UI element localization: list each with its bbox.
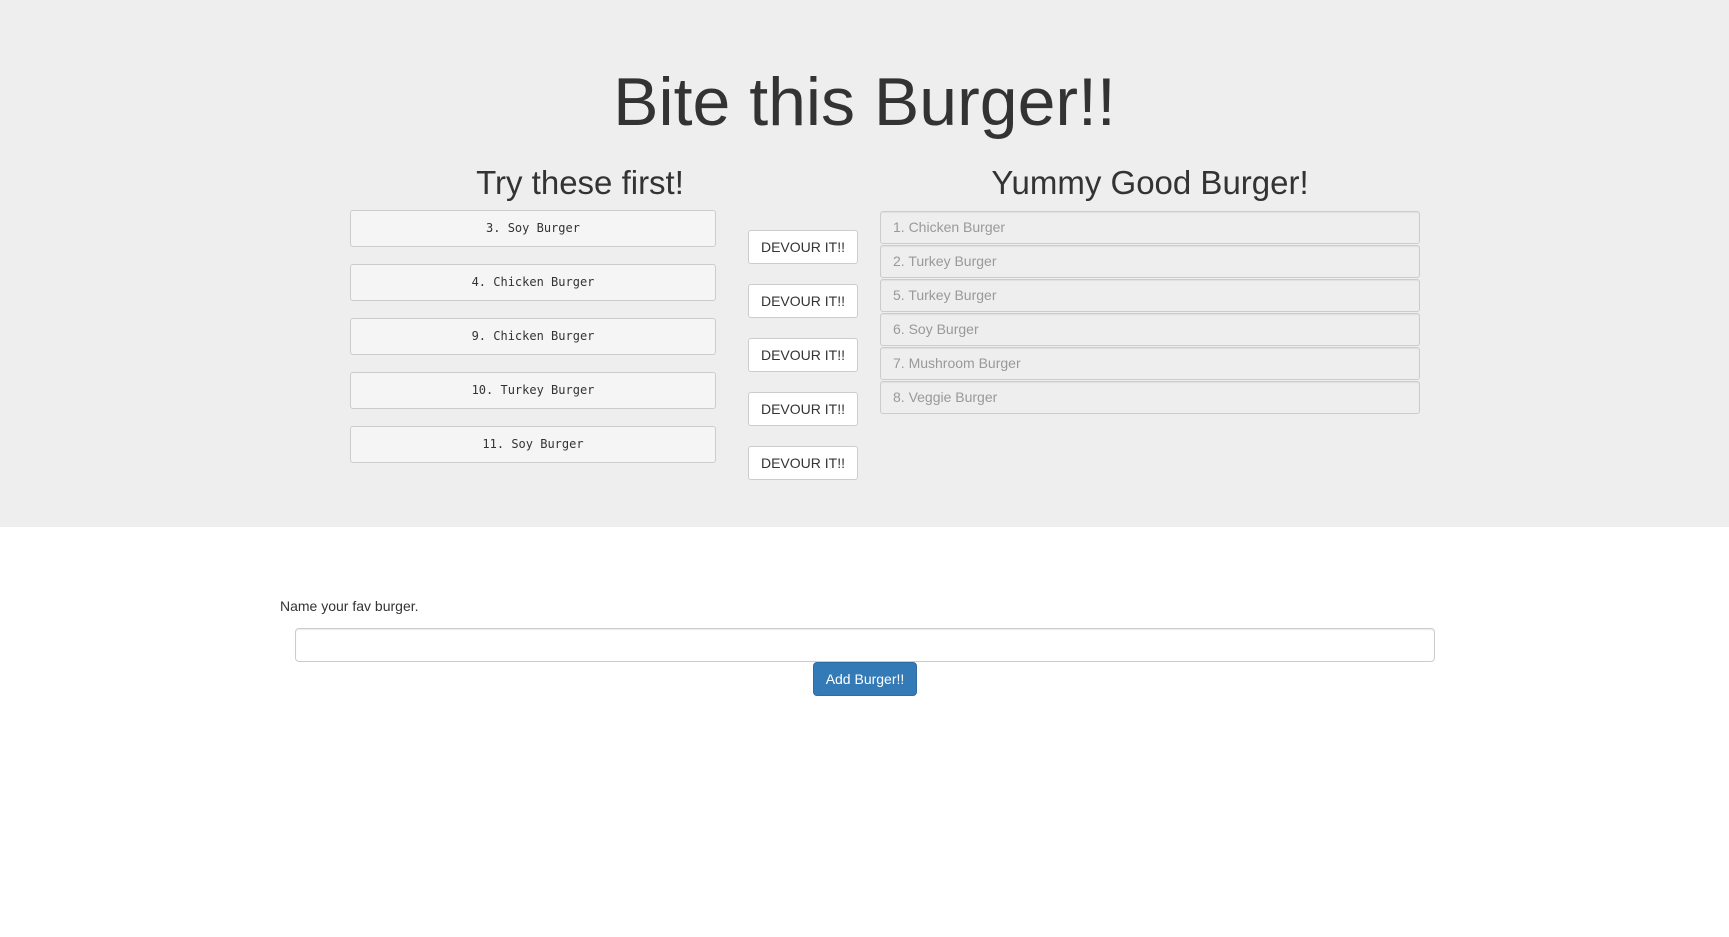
pending-column-title: Try these first!	[476, 164, 684, 201]
devour-button-4[interactable]: DEVOUR IT!!	[748, 392, 858, 426]
burger-name-input[interactable]	[295, 628, 1435, 662]
devoured-burger-item: 1. Chicken Burger	[880, 211, 1420, 244]
devoured-burger-item: 5. Turkey Burger	[880, 279, 1420, 312]
page-title: Bite this Burger!!	[613, 64, 1116, 140]
pending-burger-item: 9. Chicken Burger	[350, 318, 716, 355]
pending-burger-item: 10. Turkey Burger	[350, 372, 716, 409]
jumbotron: Bite this Burger!! Try these first! Yumm…	[0, 0, 1729, 527]
pending-burger-item: 11. Soy Burger	[350, 426, 716, 463]
add-burger-button[interactable]: Add Burger!!	[813, 662, 917, 696]
devoured-burger-item: 2. Turkey Burger	[880, 245, 1420, 278]
pending-burger-item: 4. Chicken Burger	[350, 264, 716, 301]
devoured-burger-item: 6. Soy Burger	[880, 313, 1420, 346]
burger-name-label: Name your fav burger.	[280, 598, 419, 614]
devour-button-3[interactable]: DEVOUR IT!!	[748, 338, 858, 372]
pending-burger-item: 3. Soy Burger	[350, 210, 716, 247]
devoured-burger-item: 8. Veggie Burger	[880, 381, 1420, 414]
devour-button-5[interactable]: DEVOUR IT!!	[748, 446, 858, 480]
devour-button-1[interactable]: DEVOUR IT!!	[748, 230, 858, 264]
devoured-burger-item: 7. Mushroom Burger	[880, 347, 1420, 380]
devoured-column-title: Yummy Good Burger!	[991, 164, 1309, 201]
devour-button-2[interactable]: DEVOUR IT!!	[748, 284, 858, 318]
